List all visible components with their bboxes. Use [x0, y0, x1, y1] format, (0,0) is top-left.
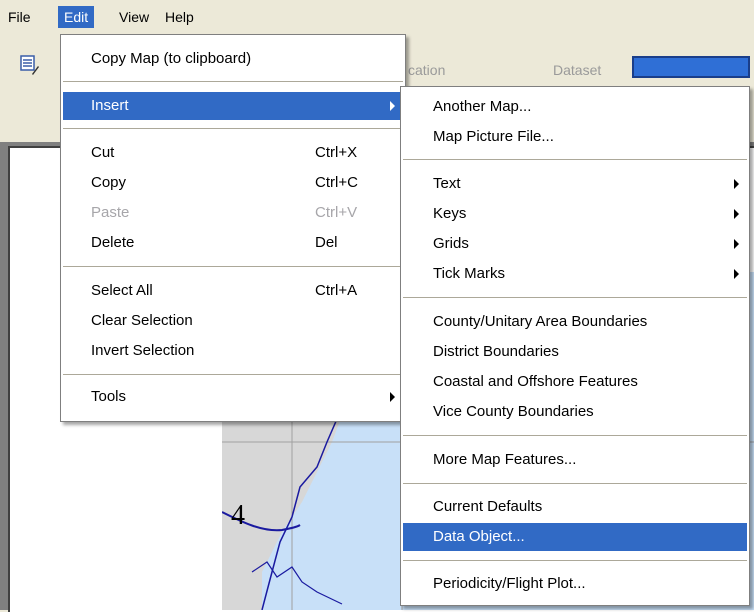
menu-item-label: Current Defaults — [433, 498, 543, 515]
menu-item-label: Invert Selection — [91, 342, 195, 359]
menu-item-district-boundaries[interactable]: District Boundaries — [403, 338, 747, 366]
dataset-label: Dataset — [553, 62, 602, 78]
menu-item-label: Text — [433, 175, 461, 192]
menu-help[interactable]: Help — [159, 6, 200, 28]
menu-item-vice-county-boundaries[interactable]: Vice County Boundaries — [403, 398, 747, 426]
submenu-arrow-icon — [734, 239, 739, 249]
menu-item-label: More Map Features... — [433, 451, 577, 468]
menu-file[interactable]: File — [2, 6, 37, 28]
menu-item-label: Tick Marks — [433, 265, 505, 282]
menu-item-data-object[interactable]: Data Object... — [403, 523, 747, 551]
shortcut-label: Ctrl+X — [315, 144, 358, 161]
menu-item-text[interactable]: Text — [403, 170, 747, 198]
submenu-arrow-icon — [390, 392, 395, 402]
menu-item-label: District Boundaries — [433, 343, 559, 360]
shortcut-label: Del — [315, 234, 338, 251]
menu-item-invert-selection[interactable]: Invert Selection — [63, 337, 403, 365]
grid-number-label: 4 — [231, 500, 245, 531]
menu-item-label: County/Unitary Area Boundaries — [433, 313, 648, 330]
menu-item-delete[interactable]: Delete Del — [63, 229, 403, 257]
menu-separator — [63, 266, 403, 267]
location-label: cation — [408, 62, 446, 78]
submenu-arrow-icon — [390, 101, 395, 111]
menu-item-label: Data Object... — [433, 528, 525, 545]
menu-view[interactable]: View — [113, 6, 155, 28]
menu-item-another-map[interactable]: Another Map... — [403, 93, 747, 121]
menu-item-periodicity[interactable]: Periodicity/Flight Plot... — [403, 570, 747, 598]
menu-separator — [63, 128, 403, 129]
menu-item-current-defaults[interactable]: Current Defaults — [403, 493, 747, 521]
menu-item-label: Tools — [91, 388, 127, 405]
menu-item-label: Map Picture File... — [433, 128, 554, 145]
menu-separator — [403, 159, 747, 160]
menu-item-label: Insert — [91, 97, 129, 114]
menu-item-label: Grids — [433, 235, 469, 252]
shortcut-label: Ctrl+C — [315, 174, 358, 191]
menu-bar: File Edit View Help — [0, 0, 754, 35]
menu-item-label: Another Map... — [433, 98, 532, 115]
menu-item-tick-marks[interactable]: Tick Marks — [403, 260, 747, 288]
menu-item-keys[interactable]: Keys — [403, 200, 747, 228]
menu-separator — [403, 297, 747, 298]
menu-item-coastal-features[interactable]: Coastal and Offshore Features — [403, 368, 747, 396]
menu-item-label: Select All — [91, 282, 153, 299]
shortcut-label: Ctrl+A — [315, 282, 358, 299]
menu-item-label: Coastal and Offshore Features — [433, 373, 638, 390]
menu-item-label: Clear Selection — [91, 312, 193, 329]
shortcut-label: Ctrl+V — [315, 204, 358, 221]
menu-separator — [403, 560, 747, 561]
menu-separator — [403, 435, 747, 436]
submenu-arrow-icon — [734, 179, 739, 189]
menu-item-select-all[interactable]: Select All Ctrl+A — [63, 277, 403, 305]
menu-item-paste: Paste Ctrl+V — [63, 199, 403, 227]
insert-submenu: Another Map... Map Picture File... Text … — [400, 86, 750, 606]
menu-item-clear-selection[interactable]: Clear Selection — [63, 307, 403, 335]
submenu-arrow-icon — [734, 269, 739, 279]
edit-menu: Copy Map (to clipboard) Insert Cut Ctrl+… — [60, 34, 406, 422]
menu-item-grids[interactable]: Grids — [403, 230, 747, 258]
menu-item-label: Copy — [91, 174, 127, 191]
menu-item-copy[interactable]: Copy Ctrl+C — [63, 169, 403, 197]
submenu-arrow-icon — [734, 209, 739, 219]
menu-edit[interactable]: Edit — [58, 6, 95, 28]
properties-icon[interactable] — [20, 54, 40, 76]
menu-item-tools[interactable]: Tools — [63, 383, 403, 411]
menu-separator — [403, 483, 747, 484]
menu-separator — [63, 81, 403, 82]
menu-item-insert[interactable]: Insert — [63, 92, 403, 120]
menu-item-label: Cut — [91, 144, 115, 161]
menu-item-label: Copy Map (to clipboard) — [91, 50, 252, 67]
menu-item-label: Periodicity/Flight Plot... — [433, 575, 586, 592]
menu-item-label: Delete — [91, 234, 135, 251]
menu-item-copy-map[interactable]: Copy Map (to clipboard) — [63, 45, 403, 73]
menu-item-label: Keys — [433, 205, 467, 222]
dataset-select[interactable] — [632, 56, 750, 78]
menu-separator — [63, 374, 403, 375]
menu-item-more-map-features[interactable]: More Map Features... — [403, 446, 747, 474]
menu-item-map-picture-file[interactable]: Map Picture File... — [403, 123, 747, 151]
menu-item-county-boundaries[interactable]: County/Unitary Area Boundaries — [403, 308, 747, 336]
menu-item-label: Paste — [91, 204, 130, 221]
menu-item-label: Vice County Boundaries — [433, 403, 594, 420]
menu-item-cut[interactable]: Cut Ctrl+X — [63, 139, 403, 167]
